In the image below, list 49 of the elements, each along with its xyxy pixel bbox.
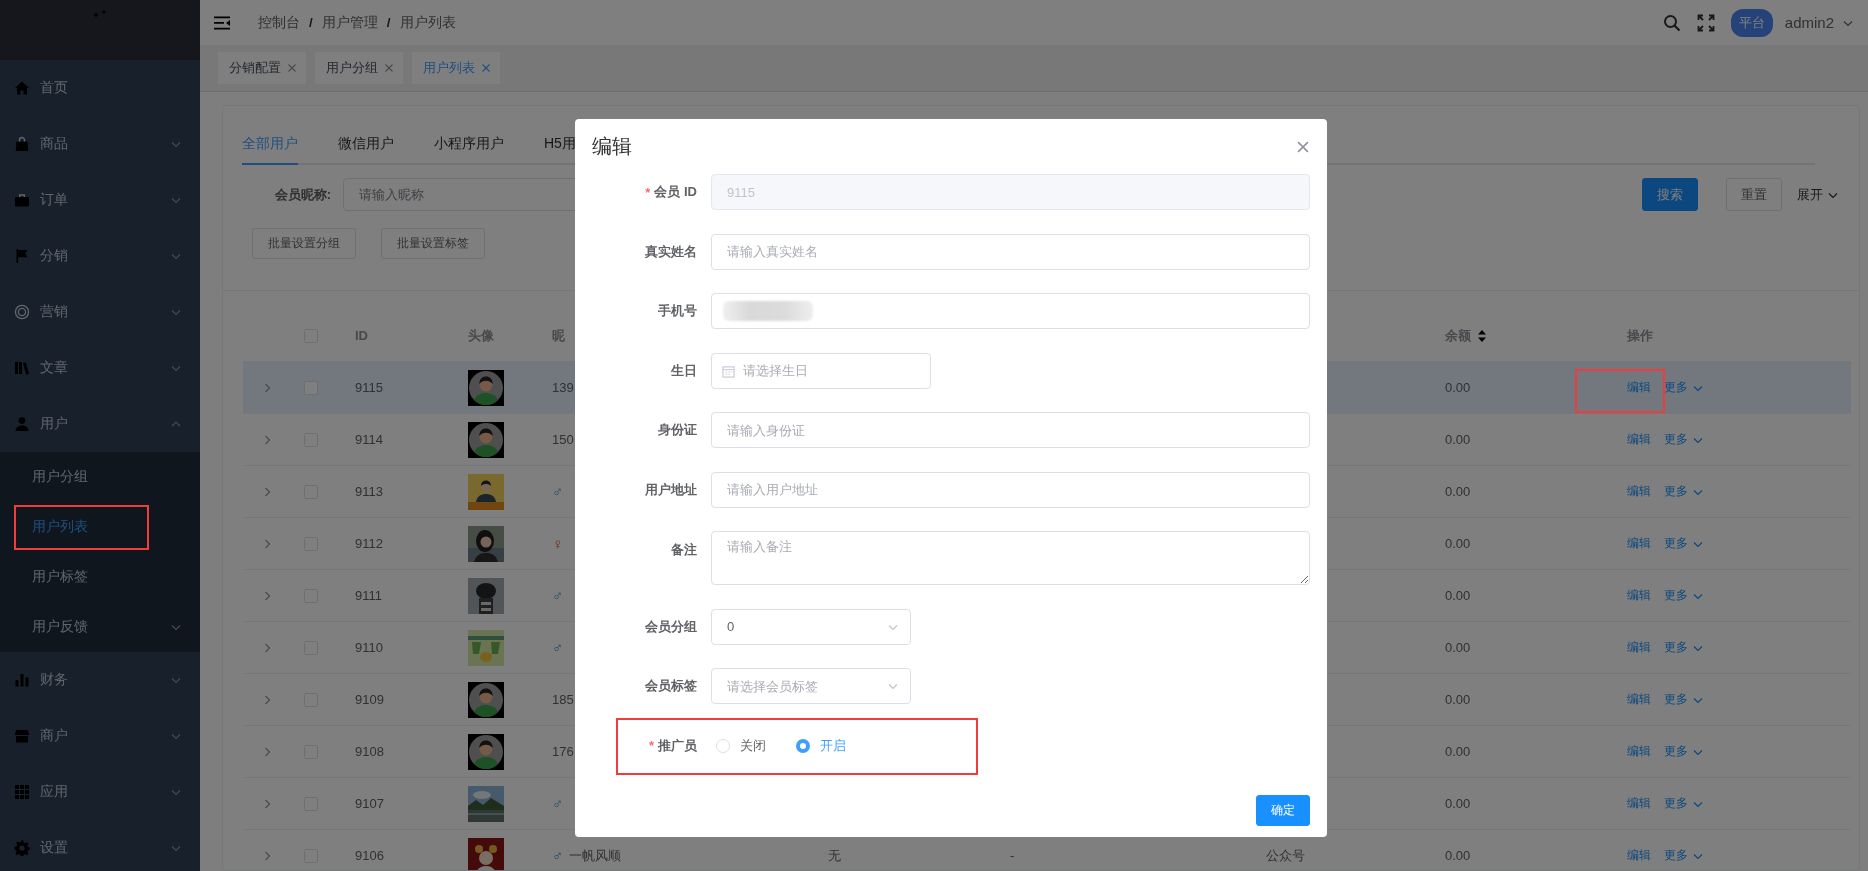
role-badge: 平台 — [1730, 8, 1773, 37]
table-cell: 176 — [552, 744, 574, 759]
gender-sign: ♂ — [552, 483, 564, 500]
table-cell: 9107 — [355, 796, 384, 811]
table-cell: 无 — [828, 846, 841, 865]
table-cell: 9113 — [355, 484, 383, 499]
table-cell: 0.00 — [1445, 432, 1471, 447]
table-cell: 9115 — [355, 380, 383, 395]
gender-sign: ♂ — [552, 587, 564, 604]
field-label: 手机号 — [658, 302, 697, 320]
table-cell: 0.00 — [1445, 536, 1471, 551]
field-label: 会员分组 — [645, 617, 697, 636]
field-label: 身份证 — [658, 421, 697, 439]
table-cell: 9111 — [355, 588, 382, 603]
field-label: 会员标签 — [645, 677, 697, 695]
table-cell: 9108 — [355, 744, 384, 759]
field-label: 会员昵称: — [273, 185, 332, 204]
table-cell: 0.00 — [1445, 848, 1471, 863]
field-label: 生日 — [671, 361, 697, 380]
table-cell: - — [1010, 848, 1015, 863]
table-cell: 0.00 — [1445, 588, 1471, 603]
gender-sign: ♂ — [552, 795, 564, 812]
field-label: 真实姓名 — [645, 242, 697, 261]
table-cell: 9106 — [355, 848, 384, 863]
breadcrumb-separator: / — [309, 15, 313, 30]
table-cell: 0.00 — [1445, 744, 1471, 759]
gender-sign: ♂ — [552, 639, 564, 656]
gender-sign: ♂ — [552, 847, 564, 864]
table-cell: 9109 — [355, 692, 384, 707]
table-cell: 0.00 — [1445, 692, 1471, 707]
table-cell: 9114 — [355, 432, 383, 447]
field-label: 用户地址 — [645, 480, 697, 499]
table-cell: 0.00 — [1445, 484, 1471, 499]
table-cell: 139 — [552, 380, 574, 395]
table-cell: 公众号 — [1266, 846, 1305, 865]
table-cell: 0.00 — [1445, 796, 1471, 811]
table-cell: 9112 — [355, 536, 383, 551]
gender-sign: ♀ — [552, 535, 564, 552]
breadcrumb-separator: / — [386, 15, 391, 30]
dialog-title: 编辑 — [592, 134, 632, 159]
required-mark: * — [645, 184, 651, 200]
table-cell: 0.00 — [1445, 640, 1471, 655]
table-cell: 0.00 — [1445, 380, 1471, 395]
required-mark: * — [648, 738, 654, 753]
field-label: 推广员 — [658, 736, 697, 755]
table-cell: 185 — [552, 692, 574, 707]
field-label: 备注 — [671, 541, 697, 559]
table-cell: 150 — [552, 432, 574, 447]
table-cell: 9110 — [355, 640, 383, 655]
